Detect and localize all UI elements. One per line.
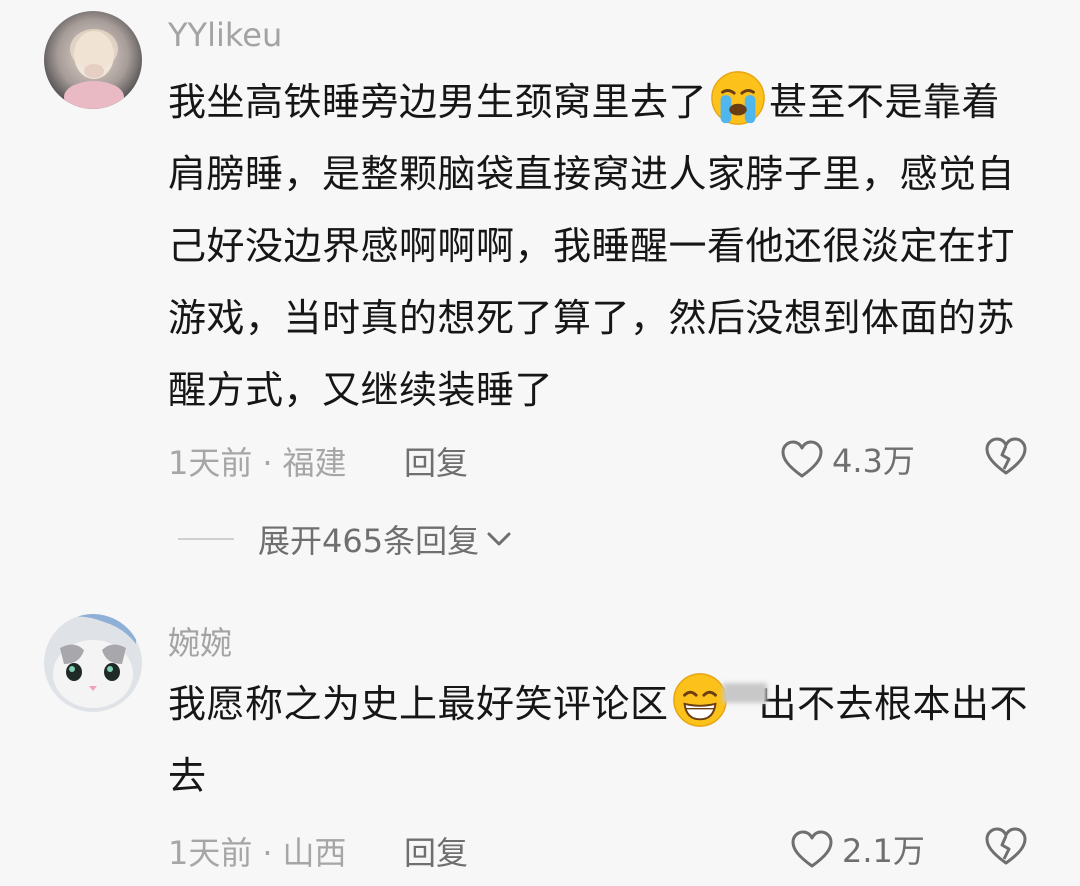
comment-meta: 1天前 · 福建 — [168, 438, 347, 484]
location: 山西 — [282, 834, 347, 872]
location: 福建 — [282, 444, 347, 482]
grinning-squinting-face-icon — [672, 673, 727, 727]
separator: · — [262, 444, 273, 482]
comment-text-part: 我坐高铁睡旁边男生颈窝里去了 — [168, 80, 708, 124]
separator: · — [262, 834, 273, 872]
timestamp: 1天前 — [168, 444, 253, 482]
divider — [178, 538, 234, 540]
like-count: 4.3万 — [832, 442, 915, 480]
dislike-button[interactable] — [984, 826, 1028, 870]
blurred-sticker — [722, 683, 767, 703]
like-count: 2.1万 — [842, 832, 925, 870]
reply-button[interactable]: 回复 — [404, 438, 468, 484]
loudly-crying-face-icon — [711, 71, 765, 125]
expand-replies-button[interactable]: 展开465条回复 — [178, 516, 513, 562]
reply-button[interactable]: 回复 — [404, 828, 468, 874]
like-button[interactable]: 2.1万 — [790, 826, 925, 872]
chevron-down-icon — [487, 532, 511, 546]
username[interactable]: YYlikeu — [168, 16, 282, 54]
timestamp: 1天前 — [168, 834, 253, 872]
comment-meta: 1天前 · 山西 — [168, 828, 347, 874]
heart-icon — [781, 440, 823, 478]
broken-heart-icon — [985, 827, 1027, 865]
like-button[interactable]: 4.3万 — [780, 436, 915, 482]
broken-heart-icon — [985, 437, 1027, 475]
comment-text: 我坐高铁睡旁边男生颈窝里去了 甚至不是靠着肩膀睡，是整颗脑袋直接窝进人家脖子里，… — [168, 66, 1038, 426]
comment-text-part: 甚至不是靠着肩膀睡，是整颗脑袋直接窝进人家脖子里，感觉自己好没边界感啊啊啊，我睡… — [168, 80, 1016, 412]
comment-text: 我愿称之为史上最好笑评论区 出不去根本出不去 — [168, 668, 1038, 812]
expand-replies-label: 展开465条回复 — [258, 522, 480, 560]
heart-icon — [791, 830, 833, 868]
username[interactable]: 婉婉 — [168, 618, 232, 664]
avatar[interactable] — [44, 11, 142, 109]
comment-text-part: 我愿称之为史上最好笑评论区 — [168, 682, 669, 726]
avatar[interactable] — [44, 614, 142, 712]
dislike-button[interactable] — [984, 436, 1028, 480]
